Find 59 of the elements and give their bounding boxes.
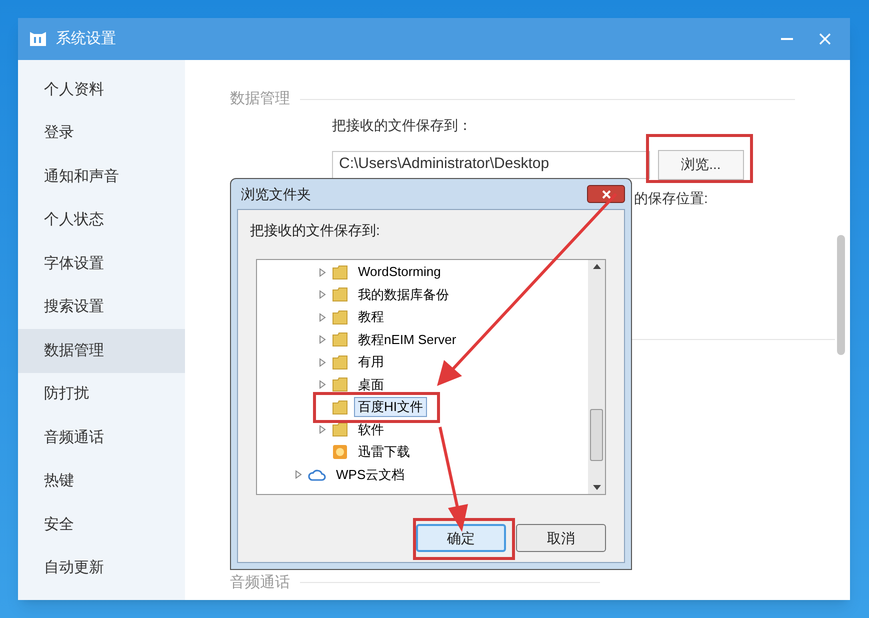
- section-title: 音频通话: [230, 572, 290, 592]
- expand-arrow-icon[interactable]: [319, 290, 326, 300]
- save-location-label: 把接收的文件保存到：: [332, 116, 473, 134]
- folder-icon: [332, 377, 348, 392]
- hint-text: 的保存位置:: [634, 188, 709, 208]
- folder-item[interactable]: 教程: [354, 307, 388, 328]
- expand-arrow-icon[interactable]: [319, 380, 326, 390]
- expand-arrow-icon[interactable]: [319, 312, 326, 322]
- folder-item[interactable]: 教程nEIM Server: [354, 330, 460, 350]
- folder-item[interactable]: WordStorming: [354, 262, 445, 282]
- sidebar-item[interactable]: 个人状态: [18, 198, 185, 242]
- folder-icon: [332, 264, 348, 280]
- folder-icon: [332, 332, 348, 348]
- dialog-button[interactable]: 取消: [516, 524, 606, 552]
- folder-item[interactable]: WPS云文档: [332, 464, 409, 485]
- sidebar-item[interactable]: 防打扰: [18, 372, 185, 416]
- expand-arrow-icon[interactable]: [319, 335, 326, 344]
- folder-icon: [332, 354, 348, 370]
- sidebar-item[interactable]: 字体设置: [18, 242, 185, 286]
- expand-arrow-icon[interactable]: [319, 425, 326, 434]
- expand-arrow-icon[interactable]: [319, 358, 326, 367]
- sidebar-item[interactable]: 数据管理: [18, 329, 185, 372]
- section-title: 数据管理: [230, 89, 290, 109]
- folder-icon: [332, 400, 348, 415]
- folder-item[interactable]: 我的数据库备份: [354, 284, 453, 305]
- sidebar-item[interactable]: 个人资料: [18, 68, 185, 112]
- folder-item[interactable]: 有用: [354, 352, 388, 372]
- scrollbar-thumb[interactable]: [837, 235, 845, 355]
- sidebar-item[interactable]: 通知和声音: [18, 155, 185, 198]
- close-icon: [819, 33, 831, 45]
- folder-item[interactable]: 百度HI文件: [354, 397, 427, 418]
- app-logo-icon: [28, 30, 48, 48]
- dialog-title: 浏览文件夹: [241, 184, 311, 204]
- scrollbar-thumb[interactable]: [590, 408, 603, 460]
- browse-button[interactable]: 浏览...: [658, 150, 744, 180]
- sidebar-item[interactable]: 安全: [18, 503, 185, 546]
- sidebar-item[interactable]: 音频通话: [18, 416, 185, 460]
- sidebar-item[interactable]: 自动更新: [18, 546, 185, 590]
- folder-item[interactable]: 迅雷下载: [354, 442, 414, 462]
- sidebar-item[interactable]: 登录: [18, 112, 185, 155]
- scroll-down-icon[interactable]: [592, 485, 600, 490]
- folder-icon: [332, 422, 348, 438]
- dialog-button[interactable]: 确定: [416, 524, 506, 552]
- sidebar-item[interactable]: 搜索设置: [18, 286, 185, 329]
- download-folder-icon: [332, 444, 348, 460]
- window-title: 系统设置: [56, 28, 116, 49]
- minimize-icon: [781, 38, 793, 40]
- expand-arrow-icon[interactable]: [319, 268, 326, 277]
- cloud-icon: [308, 468, 326, 482]
- folder-icon: [332, 310, 348, 325]
- sidebar-item[interactable]: 热键: [18, 460, 185, 503]
- close-icon: [602, 190, 610, 198]
- dialog-prompt: 把接收的文件保存到:: [250, 221, 381, 240]
- folder-icon: [332, 287, 348, 302]
- folder-item[interactable]: 桌面: [354, 374, 388, 395]
- dialog-close-button[interactable]: [587, 185, 625, 203]
- folder-item[interactable]: 软件: [354, 420, 388, 440]
- expand-arrow-icon[interactable]: [295, 470, 302, 480]
- scroll-up-icon[interactable]: [592, 264, 600, 269]
